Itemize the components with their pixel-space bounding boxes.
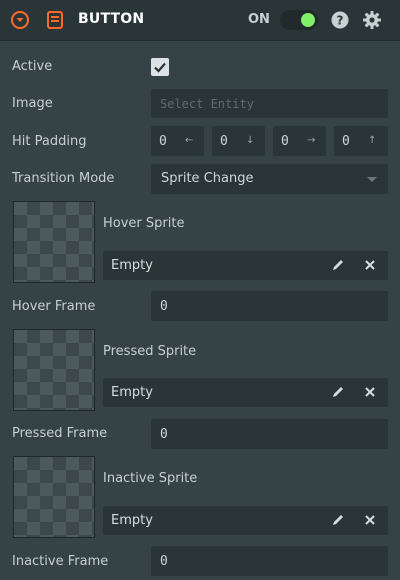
pressed-sprite-field[interactable]: Empty — [103, 378, 388, 407]
image-placeholder: Select Entity — [160, 97, 254, 111]
inactive-frame-label: Inactive Frame — [12, 554, 109, 569]
hover-frame-input[interactable]: 0 — [151, 291, 388, 321]
hit-padding-bottom-input[interactable]: 0 ↓ — [212, 126, 265, 156]
inactive-sprite-field[interactable]: Empty — [103, 506, 388, 535]
close-icon[interactable] — [364, 259, 376, 271]
hit-padding-label: Hit Padding — [12, 134, 87, 149]
inactive-frame-input[interactable]: 0 — [151, 546, 388, 576]
help-icon[interactable]: ? — [331, 11, 349, 29]
checkmark-icon — [154, 62, 166, 73]
toggle-label: ON — [248, 12, 270, 27]
transition-mode-select[interactable]: Sprite Change — [151, 164, 388, 194]
pressed-sprite-thumbnail[interactable] — [13, 329, 95, 411]
chevron-down-icon — [367, 177, 377, 182]
component-header: BUTTON ON ? — [0, 0, 400, 41]
hit-padding-top-input[interactable]: 0 ↑ — [334, 126, 388, 156]
hit-padding-left-input[interactable]: 0 ← — [151, 126, 204, 156]
image-entity-picker[interactable]: Select Entity — [151, 89, 388, 118]
arrow-down-icon: ↓ — [246, 135, 255, 146]
inactive-sprite-thumbnail[interactable] — [13, 456, 95, 538]
pressed-frame-label: Pressed Frame — [12, 426, 108, 441]
collapse-icon[interactable] — [10, 10, 30, 30]
close-icon[interactable] — [364, 514, 376, 526]
arrow-left-icon: ← — [185, 135, 194, 146]
transition-mode-value: Sprite Change — [161, 171, 254, 186]
hover-sprite-value: Empty — [111, 258, 153, 273]
pencil-icon[interactable] — [331, 513, 345, 527]
pressed-sprite-label: Pressed Sprite — [103, 344, 197, 359]
inactive-sprite-value: Empty — [111, 513, 153, 528]
active-label: Active — [12, 59, 53, 74]
hover-frame-label: Hover Frame — [12, 299, 96, 314]
svg-text:?: ? — [337, 14, 344, 28]
hover-sprite-field[interactable]: Empty — [103, 251, 388, 280]
arrow-right-icon: → — [307, 135, 316, 146]
button-component-icon — [47, 11, 63, 29]
gear-icon[interactable] — [362, 10, 382, 30]
toggle-knob — [301, 13, 315, 27]
image-label: Image — [12, 96, 53, 111]
component-title: BUTTON — [78, 11, 145, 27]
hit-padding-right-input[interactable]: 0 → — [273, 126, 326, 156]
arrow-up-icon: ↑ — [368, 135, 377, 146]
pencil-icon[interactable] — [331, 258, 345, 272]
inactive-sprite-label: Inactive Sprite — [103, 471, 198, 486]
enable-toggle[interactable] — [280, 10, 318, 30]
pressed-frame-input[interactable]: 0 — [151, 419, 388, 449]
hover-sprite-label: Hover Sprite — [103, 216, 185, 231]
pressed-sprite-value: Empty — [111, 385, 153, 400]
close-icon[interactable] — [364, 386, 376, 398]
pencil-icon[interactable] — [331, 385, 345, 399]
hover-sprite-thumbnail[interactable] — [13, 201, 95, 283]
active-checkbox[interactable] — [151, 58, 169, 76]
transition-mode-label: Transition Mode — [12, 171, 115, 186]
